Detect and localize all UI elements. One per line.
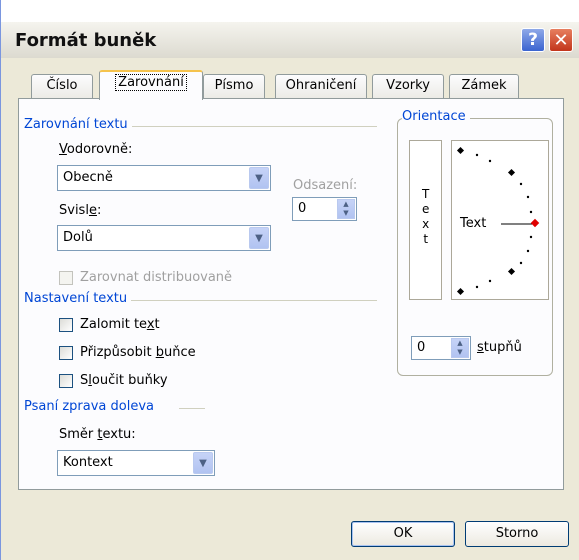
top-strip [1, 0, 579, 22]
tab-vzorky[interactable]: Vzorky [372, 74, 444, 98]
vertical-select[interactable]: Dolů ▼ [57, 225, 271, 251]
spinner-arrows-icon[interactable]: ▲ ▼ [337, 199, 355, 219]
spinner-arrows-icon[interactable]: ▲ ▼ [451, 338, 469, 358]
vertical-value: Dolů [63, 230, 93, 245]
tab-zamek[interactable]: Zámek [449, 74, 519, 98]
tab-zarovnani[interactable]: Zarovnání [99, 70, 203, 100]
shrink-to-fit-checkbox[interactable] [59, 346, 73, 360]
text-control-group-title: Nastavení textu [24, 291, 132, 306]
indent-label: Odsazení: [293, 178, 358, 193]
close-button[interactable]: ✕ [549, 28, 573, 52]
tab-pismo[interactable]: Písmo [203, 74, 265, 98]
chevron-down-icon[interactable]: ▼ [249, 227, 269, 249]
degrees-spinner[interactable]: 0 ▲ ▼ [411, 336, 471, 360]
cancel-button[interactable]: Storno [465, 521, 569, 547]
vertical-text-option[interactable]: T e x t [409, 140, 442, 300]
ok-button[interactable]: OK [351, 521, 455, 547]
chevron-down-icon[interactable]: ▼ [193, 452, 213, 474]
wrap-text-checkbox[interactable] [59, 318, 73, 332]
orientation-group-title: Orientace [402, 109, 470, 124]
horizontal-value: Obecně [63, 170, 113, 185]
dialog-window: Formát buněk ? ✕ Číslo Zarovnání Písmo O… [0, 0, 579, 560]
horizontal-label: Vodorovně: [59, 142, 133, 157]
alignment-group-title: Zarovnání textu [24, 117, 132, 132]
degrees-value: 0 [417, 340, 426, 355]
vertical-label: Svisle: [59, 203, 102, 218]
text-direction-label: Směr textu: [59, 427, 136, 442]
orientation-dial[interactable]: Text [451, 140, 549, 300]
merge-cells-checkbox[interactable] [59, 374, 73, 388]
text-direction-value: Kontext [63, 455, 113, 470]
degrees-label: stupňů [477, 340, 522, 355]
horizontal-select[interactable]: Obecně ▼ [57, 165, 271, 191]
group-divider [179, 408, 205, 409]
indent-spinner[interactable]: 0 ▲ ▼ [292, 197, 357, 221]
wrap-text-label: Zalomit text [80, 317, 160, 332]
window-title: Formát buněk [15, 30, 157, 51]
merge-cells-label: Sloučit buňky [80, 373, 168, 388]
distributed-checkbox[interactable] [59, 271, 73, 285]
tab-cislo[interactable]: Číslo [31, 74, 93, 98]
vertical-text-sample: T e x t [422, 187, 430, 246]
shrink-to-fit-label: Přizpůsobit buňce [80, 345, 196, 360]
chevron-down-icon[interactable]: ▼ [249, 167, 269, 189]
rtl-group-title: Psaní zprava doleva [24, 399, 158, 414]
orientation-dial-text: Text [460, 216, 487, 231]
help-button[interactable]: ? [521, 28, 545, 52]
text-direction-select[interactable]: Kontext ▼ [57, 450, 215, 476]
distributed-label: Zarovnat distribuovaně [80, 270, 233, 285]
indent-value: 0 [298, 201, 307, 216]
tab-ohraniceni[interactable]: Ohraničení [275, 74, 367, 98]
